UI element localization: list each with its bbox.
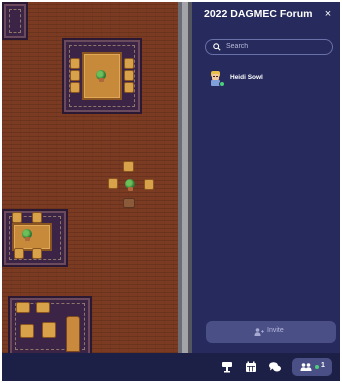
chair — [70, 70, 80, 81]
table-plant — [96, 70, 106, 82]
members-panel: 2022 DAGMEC Forum × Heidi Sowl — [192, 2, 340, 353]
chair — [42, 322, 56, 338]
floor-plant — [125, 179, 135, 191]
chair — [32, 212, 42, 223]
virtual-space-map[interactable] — [2, 2, 192, 357]
chair — [32, 248, 42, 259]
chair — [16, 302, 30, 313]
calendar-icon[interactable] — [244, 360, 258, 374]
chat-icon[interactable] — [268, 360, 282, 374]
participant-count: 1 — [321, 362, 325, 369]
member-row[interactable]: Heidi Sowl — [208, 70, 333, 87]
online-dot — [315, 365, 319, 369]
participants-button[interactable]: 1 — [292, 358, 332, 376]
chair — [14, 248, 24, 259]
bottom-toolbar: 1 — [2, 353, 340, 381]
close-icon[interactable]: × — [322, 8, 334, 20]
search-input[interactable] — [226, 40, 326, 53]
chair — [108, 178, 118, 189]
chair — [124, 70, 134, 81]
space-title: 2022 DAGMEC Forum — [204, 8, 313, 20]
people-icon — [300, 363, 312, 371]
chair — [70, 82, 80, 93]
chair — [124, 58, 134, 69]
online-status-indicator — [219, 81, 225, 87]
invite-label: Invite — [267, 327, 284, 334]
chair — [123, 161, 134, 172]
invite-button[interactable]: Invite — [206, 321, 336, 343]
member-name: Heidi Sowl — [230, 74, 263, 81]
chair — [20, 324, 34, 338]
side-table — [12, 223, 52, 251]
chair — [36, 302, 50, 313]
chair — [70, 58, 80, 69]
map-wall — [178, 2, 192, 353]
app-window: 2022 DAGMEC Forum × Heidi Sowl — [2, 2, 340, 381]
chair — [12, 212, 22, 223]
add-person-icon — [254, 328, 264, 336]
rug-top-left — [2, 2, 28, 40]
search-box[interactable] — [205, 39, 333, 55]
side-table-plant — [22, 229, 32, 241]
chair — [144, 179, 154, 190]
map-pin-icon[interactable] — [220, 360, 234, 374]
floor-cushion — [123, 198, 135, 208]
search-icon — [213, 43, 221, 51]
chair — [124, 82, 134, 93]
lounge-shelf — [66, 316, 80, 352]
